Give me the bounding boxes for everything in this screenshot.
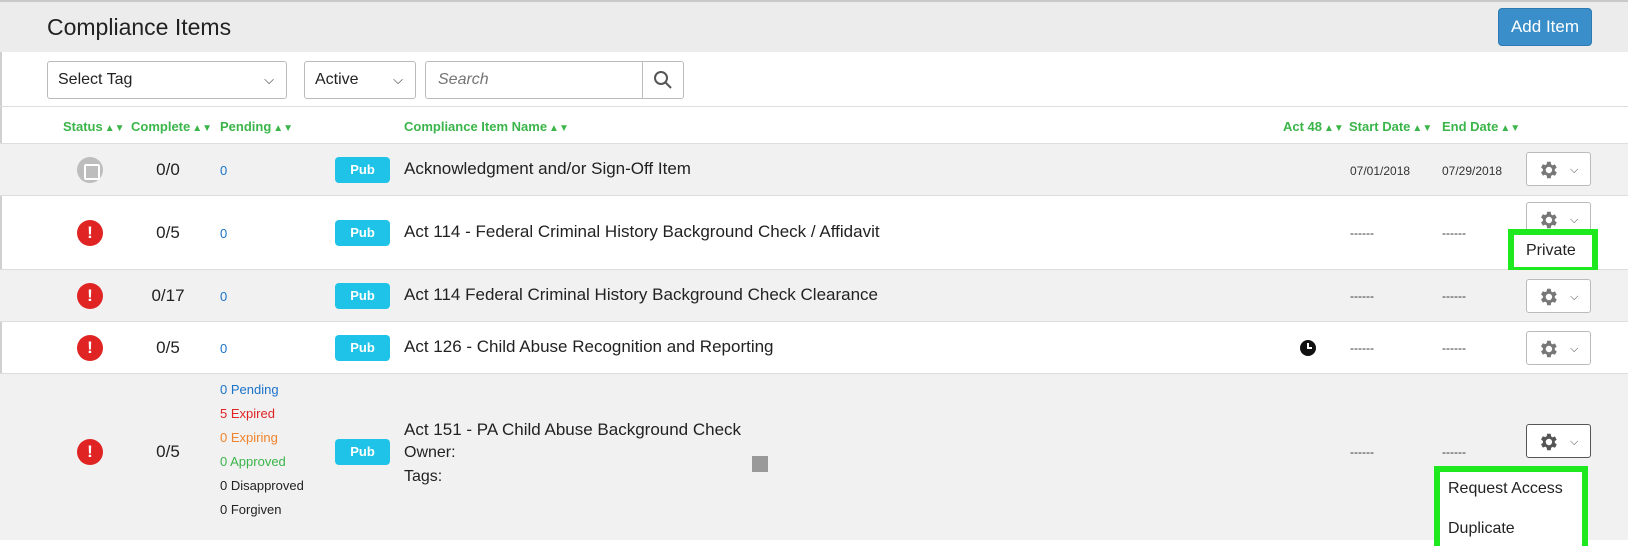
add-item-button[interactable]: Add Item xyxy=(1498,8,1592,46)
gear-icon xyxy=(1541,288,1557,306)
status-error-icon: ! xyxy=(77,335,103,361)
status-select[interactable]: Active ⌵ xyxy=(304,61,416,99)
complete-count: 0/17 xyxy=(151,286,185,305)
status-breakdown: 0 Pending 5 Expired 0 Expiring 0 Approve… xyxy=(220,378,304,522)
item-name[interactable]: Act 126 - Child Abuse Recognition and Re… xyxy=(404,337,774,357)
page-title: Compliance Items xyxy=(47,14,232,40)
chevron-down-icon: ⌵ xyxy=(1570,343,1579,355)
stat-forgiven[interactable]: 0 Forgiven xyxy=(220,498,304,522)
pub-badge: Pub xyxy=(335,335,390,361)
search-button[interactable] xyxy=(642,61,684,99)
status-inactive-icon xyxy=(77,157,103,183)
pending-link[interactable]: 0 xyxy=(220,226,227,241)
row-actions-button[interactable]: ⌵ xyxy=(1526,279,1591,313)
start-date: ------ xyxy=(1350,341,1374,355)
duplicate-option[interactable]: Duplicate xyxy=(1448,520,1515,538)
search-icon xyxy=(654,71,672,89)
row-actions-button[interactable]: ⌵ xyxy=(1526,331,1591,365)
chevron-down-icon: ⌵ xyxy=(1570,436,1579,448)
row-actions-button[interactable]: ⌵ xyxy=(1526,152,1591,186)
clock-icon xyxy=(1300,340,1316,356)
request-access-option[interactable]: Request Access xyxy=(1448,480,1563,498)
sort-icon: ▲▼ xyxy=(1412,123,1433,134)
gear-icon xyxy=(1541,211,1557,229)
item-name[interactable]: Acknowledgment and/or Sign-Off Item xyxy=(404,159,691,179)
end-date: ------ xyxy=(1442,226,1466,240)
start-date: ------ xyxy=(1350,226,1374,240)
tags-label: Tags: xyxy=(404,468,443,485)
end-date: ------ xyxy=(1442,289,1466,303)
row-actions-button[interactable]: ⌵ xyxy=(1526,424,1591,458)
table-header: Status ▲▼ Complete ▲▼ Pending ▲▼ Compliance… xyxy=(0,106,1628,144)
chevron-down-icon: ⌵ xyxy=(264,72,274,87)
complete-count: 0/5 xyxy=(156,442,180,461)
item-name[interactable]: Act 114 - Federal Criminal History Backg… xyxy=(404,222,880,242)
column-end-date[interactable]: End Date ▲▼ xyxy=(1442,119,1520,134)
start-date: 07/01/2018 xyxy=(1350,164,1411,178)
gear-icon xyxy=(1541,340,1557,358)
item-name[interactable]: Act 114 Federal Criminal History Backgro… xyxy=(404,285,878,305)
end-date: ------ xyxy=(1442,341,1466,355)
square-icon xyxy=(752,456,768,472)
private-option-highlight[interactable]: Private xyxy=(1508,229,1598,273)
table-row[interactable]: 0/0 0 Pub Acknowledgment and/or Sign-Off… xyxy=(0,144,1628,196)
column-complete[interactable]: Complete ▲▼ xyxy=(131,119,212,134)
gear-icon xyxy=(1541,161,1557,179)
status-error-icon: ! xyxy=(77,283,103,309)
status-error-icon: ! xyxy=(77,220,103,246)
stat-disapproved[interactable]: 0 Disapproved xyxy=(220,474,304,498)
private-option[interactable]: Private xyxy=(1526,242,1576,260)
stat-pending[interactable]: 0 Pending xyxy=(220,378,304,402)
sort-icon: ▲▼ xyxy=(192,123,213,134)
status-error-icon: ! xyxy=(77,439,103,465)
pending-link[interactable]: 0 xyxy=(220,163,227,178)
stat-expired[interactable]: 5 Expired xyxy=(220,402,304,426)
chevron-down-icon: ⌵ xyxy=(1570,164,1579,176)
start-date: ------ xyxy=(1350,445,1374,459)
start-date: ------ xyxy=(1350,289,1374,303)
chevron-down-icon: ⌵ xyxy=(393,72,403,87)
column-act48[interactable]: Act 48 ▲▼ xyxy=(1283,119,1344,134)
row-actions-menu: Request Access Duplicate xyxy=(1434,466,1588,546)
sort-icon: ▲▼ xyxy=(104,123,125,134)
status-select-value: Active xyxy=(315,71,359,88)
table-row[interactable]: ! 0/5 0 Pub Act 114 - Federal Criminal H… xyxy=(0,196,1628,270)
top-bar: Compliance Items xyxy=(0,0,1628,52)
column-status[interactable]: Status ▲▼ xyxy=(63,119,125,134)
end-date: 07/29/2018 xyxy=(1442,164,1503,178)
chevron-down-icon: ⌵ xyxy=(1570,291,1579,303)
column-start-date[interactable]: Start Date ▲▼ xyxy=(1349,119,1432,134)
chevron-down-icon: ⌵ xyxy=(1570,214,1579,226)
complete-count: 0/0 xyxy=(156,160,180,179)
pub-badge: Pub xyxy=(335,157,390,183)
item-name[interactable]: Act 151 - PA Child Abuse Background Chec… xyxy=(404,420,741,440)
end-date: ------ xyxy=(1442,445,1466,459)
column-pending[interactable]: Pending ▲▼ xyxy=(220,119,293,134)
stat-expiring[interactable]: 0 Expiring xyxy=(220,426,304,450)
stat-approved[interactable]: 0 Approved xyxy=(220,450,304,474)
table-row[interactable]: ! 0/5 0 Pending 5 Expired 0 Expiring 0 A… xyxy=(0,374,1628,540)
column-name[interactable]: Compliance Item Name ▲▼ xyxy=(404,119,569,134)
gear-icon xyxy=(1541,433,1557,451)
pending-link[interactable]: 0 xyxy=(220,341,227,356)
complete-count: 0/5 xyxy=(156,338,180,357)
sort-icon: ▲▼ xyxy=(549,123,569,134)
pub-badge: Pub xyxy=(335,439,390,465)
search-input[interactable] xyxy=(425,61,643,99)
table-row[interactable]: ! 0/17 0 Pub Act 114 Federal Criminal Hi… xyxy=(0,270,1628,322)
sort-icon: ▲▼ xyxy=(273,123,294,134)
sort-icon: ▲▼ xyxy=(1500,123,1521,134)
pending-link[interactable]: 0 xyxy=(220,289,227,304)
owner-label: Owner: xyxy=(404,444,456,461)
tag-select-value: Select Tag xyxy=(58,71,133,88)
pub-badge: Pub xyxy=(335,220,390,246)
table-row[interactable]: ! 0/5 0 Pub Act 126 - Child Abuse Recogn… xyxy=(0,322,1628,374)
sort-icon: ▲▼ xyxy=(1324,123,1344,134)
pub-badge: Pub xyxy=(335,283,390,309)
complete-count: 0/5 xyxy=(156,223,180,242)
tag-select[interactable]: Select Tag ⌵ xyxy=(47,61,287,99)
